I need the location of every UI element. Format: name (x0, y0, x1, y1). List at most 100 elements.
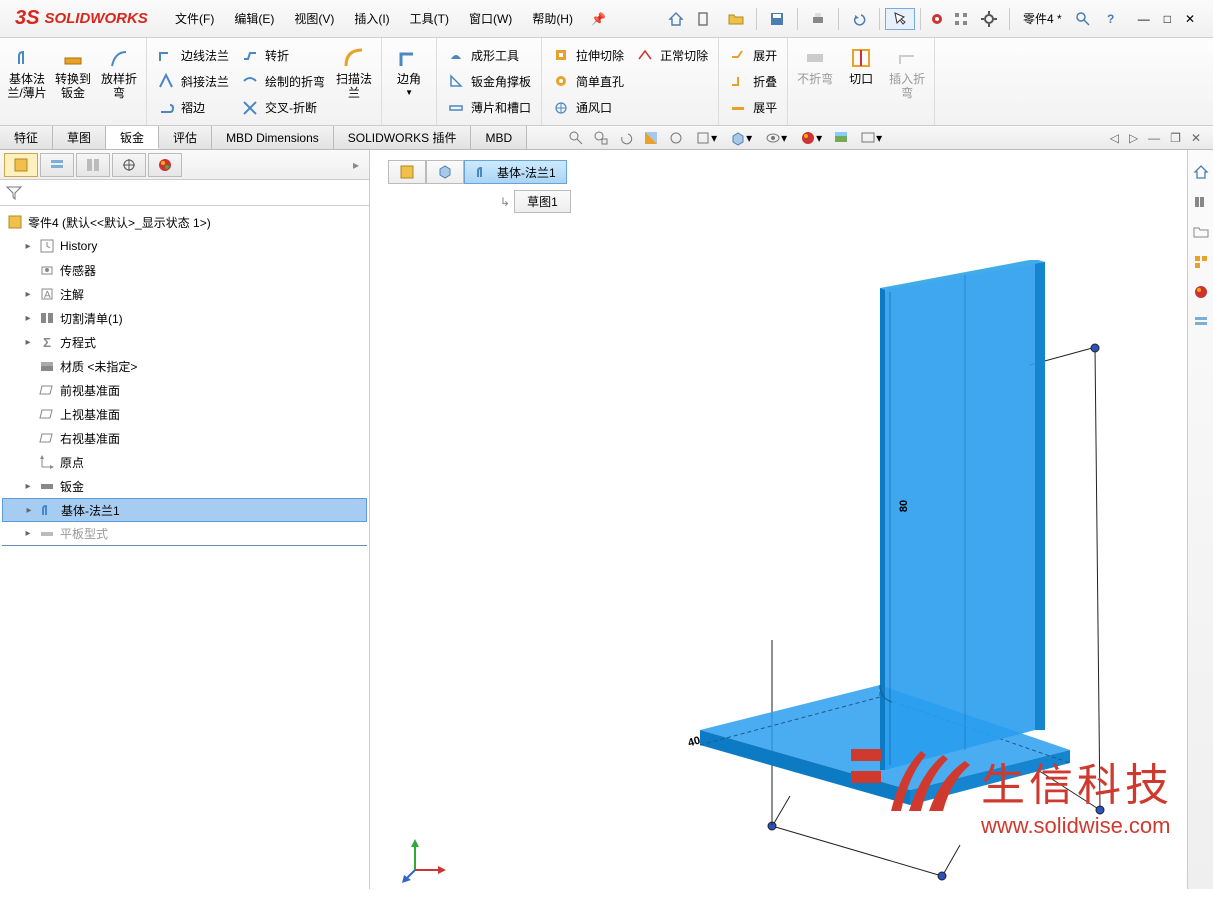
tree-root[interactable]: 零件4 (默认<<默认>_显示状态 1>) (2, 210, 367, 234)
tree-sensors[interactable]: 传感器 (2, 258, 367, 282)
menu-tools[interactable]: 工具(T) (400, 0, 459, 37)
feature-manager-tab[interactable] (4, 153, 38, 177)
configuration-manager-tab[interactable] (76, 153, 110, 177)
tree-base-flange[interactable]: ▸基体-法兰1 (2, 498, 367, 522)
tree-sheetmetal-folder[interactable]: ▸钣金 (2, 474, 367, 498)
edge-flange-button[interactable]: 边线法兰 (151, 42, 235, 68)
home-button[interactable] (665, 8, 687, 30)
section-view-button[interactable] (640, 128, 662, 148)
pane-next-button[interactable]: ▷ (1129, 131, 1138, 145)
maximize-button[interactable]: □ (1164, 12, 1171, 26)
view-triad[interactable] (400, 835, 450, 885)
hem-button[interactable]: 褶边 (151, 95, 235, 121)
tab-addins[interactable]: SOLIDWORKS 插件 (334, 126, 472, 149)
select-button[interactable] (885, 8, 915, 30)
save-button[interactable] (762, 8, 792, 30)
open-button[interactable] (721, 8, 751, 30)
dimxpert-manager-tab[interactable] (112, 153, 146, 177)
tab-feature[interactable]: 特征 (0, 126, 53, 149)
pane-restore-button[interactable]: ❐ (1170, 131, 1181, 145)
tab-sketch[interactable]: 草图 (53, 126, 106, 149)
breadcrumb-body[interactable] (426, 160, 464, 184)
menu-help[interactable]: 帮助(H) (522, 0, 583, 37)
jog-button[interactable]: 转折 (235, 42, 331, 68)
menu-edit[interactable]: 编辑(E) (224, 0, 284, 37)
previous-view-button[interactable] (615, 128, 637, 148)
tree-front-plane[interactable]: 前视基准面 (2, 378, 367, 402)
scene-button[interactable] (830, 128, 852, 148)
tab-mbd-dimensions[interactable]: MBD Dimensions (212, 126, 334, 149)
menu-view[interactable]: 视图(V) (284, 0, 344, 37)
print-button[interactable] (803, 8, 833, 30)
breadcrumb-part[interactable] (388, 160, 426, 184)
base-flange-button[interactable]: 基体法兰/薄片 (4, 42, 50, 121)
manager-expand-button[interactable]: ▸ (347, 158, 365, 172)
taskpane-view-palette-button[interactable] (1191, 252, 1211, 272)
corners-button[interactable]: 边角▼ (386, 42, 432, 121)
taskpane-custom-button[interactable] (1191, 312, 1211, 332)
help-button[interactable]: ? (1096, 8, 1126, 30)
unfold-button[interactable]: 展开 (723, 42, 783, 68)
tree-filter-bar[interactable] (0, 180, 369, 206)
tree-cutlist[interactable]: ▸切割清单(1) (2, 306, 367, 330)
tree-flat-pattern[interactable]: ▸平板型式 (2, 522, 367, 546)
display-style-button[interactable]: ▾ (725, 128, 757, 148)
dynamic-annotation-button[interactable] (665, 128, 687, 148)
breadcrumb-feature[interactable]: 基体-法兰1 (464, 160, 567, 184)
menu-window[interactable]: 窗口(W) (459, 0, 522, 37)
flatten-button[interactable]: 展平 (723, 95, 783, 121)
taskpane-library-button[interactable] (1191, 192, 1211, 212)
graphics-area[interactable]: 基体-法兰1 ↳ 草图1 (370, 150, 1213, 889)
tree-top-plane[interactable]: 上视基准面 (2, 402, 367, 426)
normal-cut-button[interactable]: 正常切除 (630, 42, 714, 68)
taskpane-appearance-button[interactable] (1191, 282, 1211, 302)
fold-button[interactable]: 折叠 (723, 68, 783, 94)
property-manager-tab[interactable] (40, 153, 74, 177)
tree-history[interactable]: ▸History (2, 234, 367, 258)
tree-origin[interactable]: 原点 (2, 450, 367, 474)
extruded-cut-button[interactable]: 拉伸切除 (546, 42, 630, 68)
viewport-button[interactable]: ▾ (855, 128, 887, 148)
pane-close-button[interactable]: ✕ (1191, 131, 1201, 145)
zoom-fit-button[interactable] (565, 128, 587, 148)
menu-insert[interactable]: 插入(I) (344, 0, 399, 37)
dimension-height[interactable]: 80 (898, 500, 910, 512)
forming-tool-button[interactable]: 成形工具 (441, 42, 537, 68)
swept-flange-button[interactable]: 扫描法兰 (331, 42, 377, 121)
simple-hole-button[interactable]: 简单直孔 (546, 68, 630, 94)
miter-flange-button[interactable]: 斜接法兰 (151, 68, 235, 94)
gusset-button[interactable]: 钣金角撑板 (441, 68, 537, 94)
tab-sheetmetal[interactable]: 钣金 (106, 126, 159, 149)
lofted-bend-button[interactable]: 放样折弯 (96, 42, 142, 121)
tab-slot-button[interactable]: 薄片和槽口 (441, 95, 537, 121)
sketched-bend-button[interactable]: 绘制的折弯 (235, 68, 331, 94)
search-button[interactable] (1072, 8, 1094, 30)
new-button[interactable] (689, 8, 719, 30)
rip-button[interactable]: 切口 (838, 42, 884, 121)
zoom-area-button[interactable] (590, 128, 612, 148)
pin-icon[interactable]: 📌 (591, 12, 606, 26)
tab-mbd[interactable]: MBD (471, 126, 527, 149)
hide-show-button[interactable]: ▾ (760, 128, 792, 148)
undo-button[interactable] (844, 8, 874, 30)
pane-minimize-button[interactable]: — (1148, 131, 1160, 145)
vent-button[interactable]: 通风口 (546, 95, 630, 121)
breadcrumb-sketch[interactable]: 草图1 (514, 190, 571, 213)
tree-annotations[interactable]: ▸A注解 (2, 282, 367, 306)
tab-evaluate[interactable]: 评估 (159, 126, 212, 149)
view-orientation-button[interactable]: ▾ (690, 128, 722, 148)
tree-material[interactable]: 材质 <未指定> (2, 354, 367, 378)
tree-equations[interactable]: ▸Σ方程式 (2, 330, 367, 354)
tree-right-plane[interactable]: 右视基准面 (2, 426, 367, 450)
taskpane-explorer-button[interactable] (1191, 222, 1211, 242)
close-button[interactable]: ✕ (1185, 12, 1195, 26)
taskpane-home-button[interactable] (1191, 162, 1211, 182)
appearance-button[interactable]: ▾ (795, 128, 827, 148)
cross-break-button[interactable]: 交叉-折断 (235, 95, 331, 121)
minimize-button[interactable]: — (1138, 12, 1150, 26)
options-grid-button[interactable] (950, 8, 972, 30)
convert-to-sheetmetal-button[interactable]: 转换到钣金 (50, 42, 96, 121)
rebuild-button[interactable] (926, 8, 948, 30)
menu-file[interactable]: 文件(F) (165, 0, 224, 37)
display-manager-tab[interactable] (148, 153, 182, 177)
